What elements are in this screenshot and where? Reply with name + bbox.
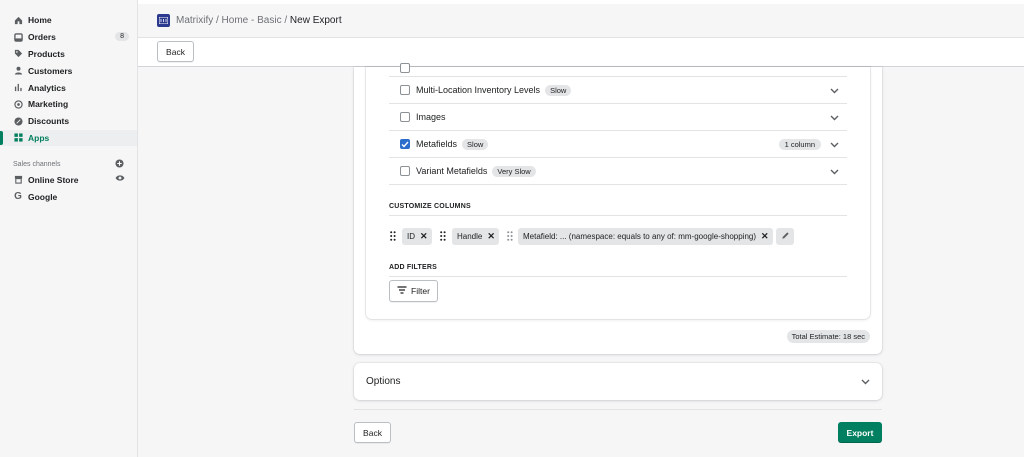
sidebar-item-apps[interactable]: Apps (0, 129, 137, 147)
footer-back-button[interactable]: Back (354, 422, 391, 443)
remove-tag-icon[interactable]: ✕ (420, 231, 428, 242)
customize-columns-heading: CUSTOMIZE COLUMNS (389, 203, 847, 216)
export-card: Multi-Location Inventory Levels Slow Ima… (354, 62, 882, 354)
orders-icon (13, 32, 23, 42)
apps-icon (13, 133, 23, 143)
checkbox[interactable] (400, 166, 410, 176)
checkbox[interactable] (400, 112, 410, 122)
export-button[interactable]: Export (838, 422, 882, 443)
remove-tag-icon[interactable]: ✕ (761, 231, 769, 242)
column-tag-id: ID ✕ (402, 228, 432, 245)
edit-tag-button[interactable] (776, 228, 794, 245)
drag-handle-icon[interactable] (440, 231, 446, 243)
remove-tag-icon[interactable]: ✕ (487, 231, 495, 242)
sidebar-item-google[interactable]: G Google (0, 188, 137, 205)
list-item-images[interactable]: Images (389, 104, 847, 131)
breadcrumb: Matrixify / Home - Basic / New Export (176, 15, 342, 26)
sidebar-item-label: Customers (28, 65, 73, 76)
breadcrumb-current: New Export (289, 15, 342, 26)
sales-channels-heading: Sales channels (0, 157, 137, 171)
chevron-down-icon[interactable] (830, 167, 839, 177)
sidebar-item-label: Marketing (28, 99, 69, 110)
sidebar-item-home[interactable]: Home (0, 12, 137, 29)
list-item-variant-metafields[interactable]: Variant Metafields Very Slow (389, 158, 847, 185)
sales-channels-title: Sales channels (13, 160, 61, 168)
column-tag-handle: Handle ✕ (452, 228, 499, 245)
matrixify-logo-icon (157, 14, 170, 27)
add-filters-heading: ADD FILTERS (389, 264, 847, 277)
sidebar: Home Orders 8 Products Customers Analyti… (0, 0, 138, 457)
speed-badge: Very Slow (492, 165, 536, 177)
chevron-down-icon[interactable] (830, 86, 839, 96)
breadcrumb-path[interactable]: Matrixify / Home - Basic / (176, 15, 290, 26)
options-section[interactable]: Options (354, 363, 882, 400)
list-item-multi-location-inventory[interactable]: Multi-Location Inventory Levels Slow (389, 77, 847, 104)
sidebar-item-online-store[interactable]: Online Store (0, 171, 137, 188)
chevron-down-icon[interactable] (861, 377, 870, 388)
sidebar-item-label: Google (28, 191, 58, 202)
sidebar-item-customers[interactable]: Customers (0, 62, 137, 79)
chevron-down-icon[interactable] (830, 113, 839, 123)
total-estimate-badge: Total Estimate: 18 sec (786, 330, 870, 343)
drag-handle-icon[interactable] (507, 231, 513, 243)
sidebar-item-analytics[interactable]: Analytics (0, 79, 137, 96)
chevron-down-icon[interactable] (830, 140, 839, 150)
column-tag-label: Metafield: ... (namespace: equals to any… (523, 232, 757, 241)
filter-button[interactable]: Filter (389, 280, 438, 302)
tag-icon (13, 49, 23, 59)
pencil-icon (781, 231, 790, 242)
sidebar-item-label: Products (28, 48, 65, 59)
list-item-hidden[interactable] (389, 51, 847, 77)
column-tag-metafield: Metafield: ... (namespace: equals to any… (518, 228, 773, 245)
footer-divider (354, 409, 882, 410)
bar-chart-icon (13, 83, 23, 93)
column-tag-label: ID (407, 232, 415, 241)
checkbox-checked[interactable] (400, 139, 410, 149)
products-sheet-card: Multi-Location Inventory Levels Slow Ima… (366, 62, 870, 319)
sidebar-item-label: Online Store (28, 174, 79, 185)
sidebar-item-label: Analytics (28, 82, 66, 93)
sidebar-item-label: Apps (28, 132, 50, 143)
row-label: Images (416, 112, 446, 122)
sidebar-item-label: Orders (28, 32, 56, 43)
sidebar-item-orders[interactable]: Orders 8 (0, 29, 137, 46)
home-icon (13, 15, 23, 25)
row-label: Multi-Location Inventory Levels (416, 85, 541, 95)
sidebar-item-marketing[interactable]: Marketing (0, 96, 137, 113)
row-label: Variant Metafields (416, 166, 488, 176)
sidebar-item-discounts[interactable]: Discounts (0, 113, 137, 130)
google-icon: G (14, 191, 22, 203)
sidebar-item-products[interactable]: Products (0, 46, 137, 63)
filter-button-label: Filter (411, 286, 430, 296)
sidebar-item-label: Discounts (28, 116, 70, 127)
column-count-badge: 1 column (778, 139, 821, 150)
store-icon (13, 175, 23, 185)
list-item-metafields[interactable]: Metafields Slow 1 column (389, 131, 847, 158)
options-title: Options (366, 376, 401, 387)
header-back-button[interactable]: Back (157, 41, 194, 62)
speed-badge: Slow (545, 84, 572, 96)
eye-icon[interactable] (115, 174, 125, 184)
target-icon (13, 99, 23, 109)
checkbox[interactable] (400, 62, 410, 73)
add-channel-icon[interactable] (115, 159, 124, 170)
checkbox[interactable] (400, 85, 410, 95)
sidebar-item-label: Home (28, 15, 52, 26)
orders-count-badge: 8 (115, 31, 129, 41)
column-tag-label: Handle (457, 232, 483, 241)
discount-icon (13, 116, 23, 126)
top-bar: Matrixify / Home - Basic / New Export (138, 0, 1024, 37)
row-label: Metafields (416, 139, 458, 149)
drag-handle-icon[interactable] (390, 231, 396, 243)
person-icon (13, 66, 23, 76)
speed-badge: Slow (462, 138, 489, 150)
filter-icon (397, 286, 407, 296)
